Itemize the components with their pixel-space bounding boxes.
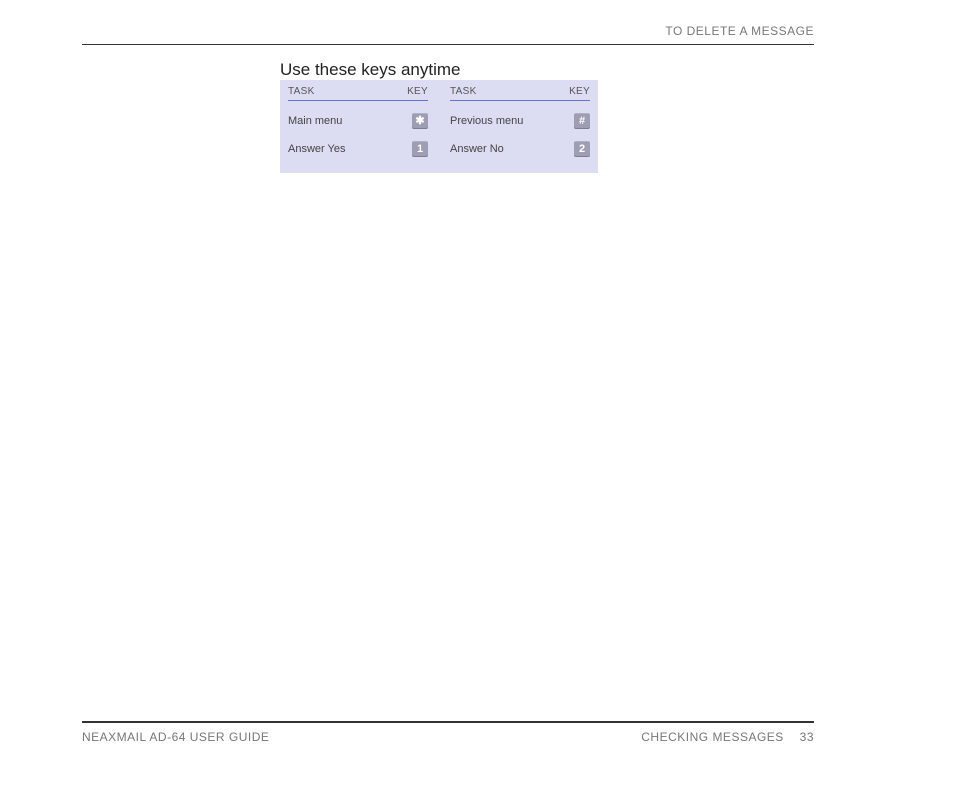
footer-section: CHECKING MESSAGES 33 (641, 730, 814, 744)
col-header-key: KEY (407, 86, 428, 97)
key-row-answer-yes: Answer Yes 1 (288, 135, 428, 163)
key-reference-table: TASK KEY Main menu ✱ Answer Yes 1 TASK K… (280, 80, 598, 173)
col-header-task: TASK (288, 86, 315, 97)
footer-guide-name: NEAXMAIL AD-64 USER GUIDE (82, 730, 269, 744)
key-table-header-left: TASK KEY (288, 86, 428, 101)
header-title: TO DELETE A MESSAGE (665, 24, 814, 38)
key-row-main-menu: Main menu ✱ (288, 107, 428, 135)
key-one-icon: 1 (412, 141, 428, 157)
section-heading: Use these keys anytime (280, 60, 460, 80)
key-two-icon: 2 (574, 141, 590, 157)
task-label: Answer No (450, 143, 504, 155)
key-table-left-column: TASK KEY Main menu ✱ Answer Yes 1 (288, 86, 428, 163)
col-header-key: KEY (569, 86, 590, 97)
key-table-header-right: TASK KEY (450, 86, 590, 101)
task-label: Main menu (288, 115, 342, 127)
key-star-icon: ✱ (412, 113, 428, 129)
key-row-previous-menu: Previous menu # (450, 107, 590, 135)
task-label: Answer Yes (288, 143, 345, 155)
footer-rule (82, 721, 814, 723)
key-table-right-column: TASK KEY Previous menu # Answer No 2 (450, 86, 590, 163)
key-row-answer-no: Answer No 2 (450, 135, 590, 163)
task-label: Previous menu (450, 115, 523, 127)
key-hash-icon: # (574, 113, 590, 129)
header-rule (82, 44, 814, 45)
footer-page-number: 33 (800, 730, 814, 744)
footer-section-name: CHECKING MESSAGES (641, 730, 784, 744)
col-header-task: TASK (450, 86, 477, 97)
page-container: TO DELETE A MESSAGE Use these keys anyti… (82, 0, 814, 786)
